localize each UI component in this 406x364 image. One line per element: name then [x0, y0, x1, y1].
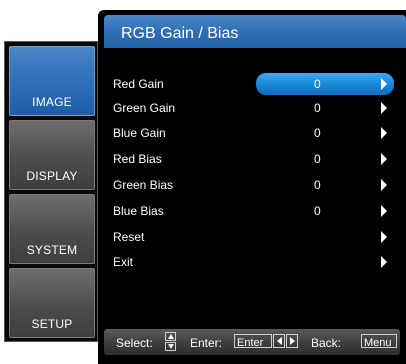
enter-key: Enter: [234, 334, 272, 349]
menu-item-label: Exit: [113, 255, 134, 269]
page-title-text: RGB Gain / Bias: [121, 25, 239, 42]
selection-highlight: [256, 73, 394, 95]
menu-item-label: Red Gain: [113, 77, 164, 91]
tab-image-label: IMAGE: [32, 95, 72, 109]
menu-item-green-bias[interactable]: Green Bias 0: [98, 174, 406, 196]
tab-system-label: SYSTEM: [26, 243, 78, 257]
chevron-right-icon: [381, 102, 387, 114]
chevron-right-icon: [381, 205, 387, 217]
menu-item-red-gain[interactable]: Red Gain 0: [98, 73, 406, 95]
menu-item-label: Red Bias: [113, 152, 162, 166]
menu-item-exit[interactable]: Exit: [98, 251, 406, 273]
menu-item-blue-bias[interactable]: Blue Bias 0: [98, 200, 406, 222]
menu-item-value: 0: [314, 77, 321, 91]
menu-item-value: 0: [314, 101, 321, 115]
chevron-right-icon: [381, 256, 387, 268]
menu-key: Menu: [361, 334, 397, 349]
page-title: RGB Gain / Bias: [104, 15, 406, 48]
footer-select-label: Select:: [116, 336, 153, 350]
tab-display[interactable]: DISPLAY: [9, 120, 95, 190]
menu-key-label: Menu: [364, 337, 392, 349]
left-arrow-icon: [273, 334, 285, 348]
tab-setup[interactable]: SETUP: [9, 268, 95, 338]
updown-arrows-icon: [165, 332, 176, 352]
menu-item-label: Green Gain: [113, 101, 176, 115]
right-arrow-icon: [286, 334, 298, 348]
menu-item-label: Blue Bias: [113, 204, 164, 218]
chevron-right-icon: [381, 78, 387, 90]
menu-item-value: 0: [314, 126, 321, 140]
footer-help-bar: Select: Enter: Enter Back: Menu: [104, 329, 400, 355]
menu-item-label: Reset: [113, 230, 145, 244]
footer-enter-label: Enter:: [190, 336, 223, 350]
tab-column: IMAGE DISPLAY SYSTEM SETUP: [4, 41, 98, 342]
menu-item-reset[interactable]: Reset: [98, 226, 406, 248]
menu-item-value: 0: [314, 152, 321, 166]
chevron-right-icon: [381, 153, 387, 165]
chevron-right-icon: [381, 179, 387, 191]
chevron-right-icon: [381, 127, 387, 139]
menu-item-value: 0: [314, 178, 321, 192]
tab-display-label: DISPLAY: [26, 169, 78, 183]
menu-item-value: 0: [314, 204, 321, 218]
menu-item-green-gain[interactable]: Green Gain 0: [98, 97, 406, 119]
tab-setup-label: SETUP: [31, 317, 73, 331]
menu-item-blue-gain[interactable]: Blue Gain 0: [98, 122, 406, 144]
menu-item-red-bias[interactable]: Red Bias 0: [98, 148, 406, 170]
footer-back-label: Back:: [311, 336, 342, 350]
chevron-right-icon: [381, 231, 387, 243]
tab-system[interactable]: SYSTEM: [9, 194, 95, 264]
menu-item-label: Green Bias: [113, 178, 174, 192]
tab-image[interactable]: IMAGE: [9, 46, 95, 116]
menu-item-label: Blue Gain: [113, 126, 166, 140]
enter-key-label: Enter: [237, 337, 264, 349]
